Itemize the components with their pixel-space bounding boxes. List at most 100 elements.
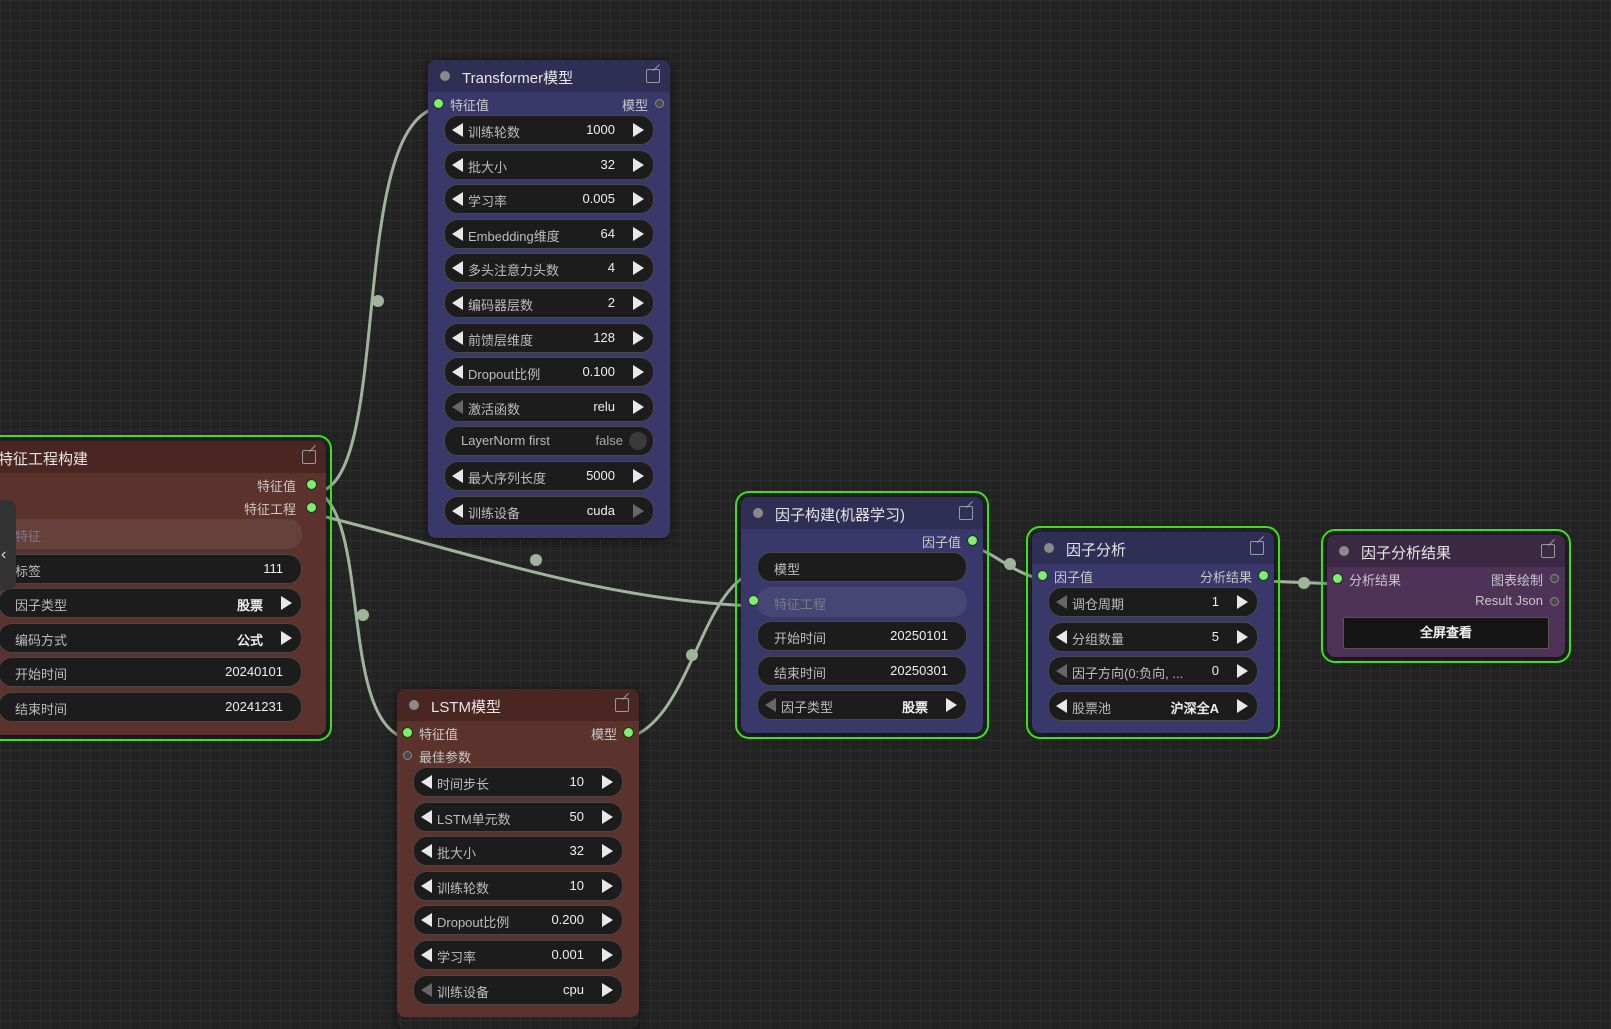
decrement-arrow-icon[interactable] bbox=[1056, 664, 1067, 679]
widget-label-field[interactable]: 标签 111 bbox=[0, 553, 302, 584]
decrement-arrow-icon[interactable] bbox=[452, 261, 463, 276]
widget-layernorm-toggle[interactable]: LayerNorm first false bbox=[444, 426, 654, 457]
increment-arrow-icon[interactable] bbox=[633, 330, 644, 345]
collapse-dot-icon[interactable] bbox=[1044, 543, 1054, 553]
input-socket-result[interactable] bbox=[1333, 574, 1342, 583]
increment-arrow-icon[interactable] bbox=[602, 844, 613, 859]
widget-start-date[interactable]: 开始时间 20250101 bbox=[757, 621, 967, 652]
edit-icon[interactable] bbox=[1541, 544, 1555, 558]
widget-encoding[interactable]: 编码方式 公式 bbox=[0, 622, 302, 653]
input-socket-factor[interactable] bbox=[1038, 571, 1047, 580]
output-socket-feature[interactable] bbox=[307, 480, 316, 489]
widget-batch-size[interactable]: 批大小 32 bbox=[444, 149, 654, 180]
node-title-bar[interactable]: LSTM模型 bbox=[397, 689, 639, 721]
decrement-arrow-icon[interactable] bbox=[452, 399, 463, 414]
widget-embedding-dim[interactable]: Embedding维度 64 bbox=[444, 218, 654, 249]
edit-icon[interactable] bbox=[959, 506, 973, 520]
widget-stock-pool[interactable]: 股票池 沪深全A bbox=[1048, 690, 1258, 721]
edit-icon[interactable] bbox=[1250, 541, 1264, 555]
node-title-bar[interactable]: 特征工程构建 bbox=[0, 441, 326, 473]
node-analysis-result[interactable]: 因子分析结果 分析结果 图表绘制 Result Json 全屏查看 bbox=[1321, 529, 1571, 663]
decrement-arrow-icon[interactable] bbox=[1056, 698, 1067, 713]
widget-attention-heads[interactable]: 多头注意力头数 4 bbox=[444, 253, 654, 284]
increment-arrow-icon[interactable] bbox=[633, 261, 644, 276]
toggle-knob[interactable] bbox=[629, 432, 647, 451]
widget-rebalance-period[interactable]: 调仓周期 1 bbox=[1048, 587, 1258, 617]
increment-arrow-icon[interactable] bbox=[602, 913, 613, 928]
increment-arrow-icon[interactable] bbox=[281, 630, 292, 645]
decrement-arrow-icon[interactable] bbox=[1056, 595, 1067, 609]
decrement-arrow-icon[interactable] bbox=[765, 698, 776, 713]
increment-arrow-icon[interactable] bbox=[633, 365, 644, 380]
decrement-arrow-icon[interactable] bbox=[452, 157, 463, 172]
node-transformer[interactable]: Transformer模型 特征值 模型 训练轮数 1000 批大小 32 学习率 0… bbox=[428, 60, 670, 539]
output-socket-factor[interactable] bbox=[968, 536, 977, 545]
node-title-bar[interactable]: 因子构建(机器学习) bbox=[741, 497, 983, 529]
widget-factor-direction[interactable]: 因子方向(0:负向, ... 0 bbox=[1048, 656, 1258, 687]
widget-epochs[interactable]: 训练轮数 1000 bbox=[444, 115, 654, 145]
increment-arrow-icon[interactable] bbox=[1237, 629, 1248, 644]
fullscreen-view-button[interactable]: 全屏查看 bbox=[1343, 617, 1549, 649]
widget-ffn-dim[interactable]: 前馈层维度 128 bbox=[444, 322, 654, 353]
widget-time-step[interactable]: 时间步长 10 bbox=[413, 767, 623, 797]
decrement-arrow-icon[interactable] bbox=[421, 982, 432, 997]
increment-arrow-icon[interactable] bbox=[602, 947, 613, 962]
widget-feature-input[interactable]: 特征 bbox=[0, 519, 302, 549]
widget-end-date[interactable]: 结束时间 20250301 bbox=[757, 655, 967, 686]
widget-model-input[interactable]: 模型 bbox=[757, 552, 967, 582]
output-socket-model[interactable] bbox=[655, 99, 664, 108]
decrement-arrow-icon[interactable] bbox=[421, 775, 432, 789]
widget-factor-type[interactable]: 因子类型 股票 bbox=[0, 588, 302, 619]
widget-factor-type[interactable]: 因子类型 股票 bbox=[757, 690, 967, 721]
output-socket-engineering[interactable] bbox=[307, 503, 316, 512]
decrement-arrow-icon[interactable] bbox=[452, 365, 463, 380]
node-title-bar[interactable]: 因子分析 bbox=[1032, 532, 1274, 564]
output-socket-result[interactable] bbox=[1259, 571, 1268, 580]
widget-dropout[interactable]: Dropout比例 0.100 bbox=[444, 357, 654, 388]
decrement-arrow-icon[interactable] bbox=[421, 878, 432, 893]
widget-group-count[interactable]: 分组数量 5 bbox=[1048, 621, 1258, 652]
widget-epochs[interactable]: 训练轮数 10 bbox=[413, 870, 623, 901]
output-socket-json[interactable] bbox=[1550, 597, 1559, 606]
increment-arrow-icon[interactable] bbox=[1237, 595, 1248, 609]
collapse-dot-icon[interactable] bbox=[753, 508, 763, 518]
increment-arrow-icon[interactable] bbox=[633, 503, 644, 518]
increment-arrow-icon[interactable] bbox=[946, 698, 957, 713]
widget-device[interactable]: 训练设备 cuda bbox=[444, 495, 654, 526]
input-socket-best-params[interactable] bbox=[403, 751, 412, 760]
decrement-arrow-icon[interactable] bbox=[452, 503, 463, 518]
widget-lstm-units[interactable]: LSTM单元数 50 bbox=[413, 801, 623, 832]
node-title-bar[interactable]: Transformer模型 bbox=[428, 60, 670, 92]
increment-arrow-icon[interactable] bbox=[633, 123, 644, 137]
widget-engineering-input[interactable]: 特征工程 bbox=[757, 586, 967, 617]
widget-activation[interactable]: 激活函数 relu bbox=[444, 391, 654, 422]
increment-arrow-icon[interactable] bbox=[281, 596, 292, 611]
widget-encoder-layers[interactable]: 编码器层数 2 bbox=[444, 287, 654, 318]
decrement-arrow-icon[interactable] bbox=[452, 468, 463, 483]
increment-arrow-icon[interactable] bbox=[633, 157, 644, 172]
increment-arrow-icon[interactable] bbox=[1237, 698, 1248, 713]
widget-end-date[interactable]: 结束时间 20241231 bbox=[0, 691, 302, 722]
node-title-bar[interactable]: 因子分析结果 bbox=[1327, 535, 1565, 567]
decrement-arrow-icon[interactable] bbox=[452, 226, 463, 241]
node-factor-analysis[interactable]: 因子分析 因子值 分析结果 调仓周期 1 分组数量 5 因子方向(0:负向, ...… bbox=[1026, 525, 1280, 740]
increment-arrow-icon[interactable] bbox=[633, 192, 644, 207]
decrement-arrow-icon[interactable] bbox=[421, 844, 432, 859]
decrement-arrow-icon[interactable] bbox=[421, 913, 432, 928]
input-socket-feature[interactable] bbox=[403, 728, 412, 737]
increment-arrow-icon[interactable] bbox=[602, 809, 613, 824]
collapse-dot-icon[interactable] bbox=[440, 71, 450, 81]
increment-arrow-icon[interactable] bbox=[633, 399, 644, 414]
decrement-arrow-icon[interactable] bbox=[452, 192, 463, 207]
widget-learning-rate[interactable]: 学习率 0.001 bbox=[413, 939, 623, 970]
increment-arrow-icon[interactable] bbox=[633, 295, 644, 310]
node-feature-engineering[interactable]: 特征工程构建 特征值 特征工程 特征 标签 111 因子类型 股票 编码方式 公式 开… bbox=[0, 435, 332, 741]
decrement-arrow-icon[interactable] bbox=[452, 123, 463, 137]
edit-icon[interactable] bbox=[302, 450, 316, 464]
increment-arrow-icon[interactable] bbox=[602, 775, 613, 789]
collapse-dot-icon[interactable] bbox=[409, 700, 419, 710]
decrement-arrow-icon[interactable] bbox=[1056, 629, 1067, 644]
decrement-arrow-icon[interactable] bbox=[421, 947, 432, 962]
increment-arrow-icon[interactable] bbox=[633, 468, 644, 483]
decrement-arrow-icon[interactable] bbox=[421, 809, 432, 824]
